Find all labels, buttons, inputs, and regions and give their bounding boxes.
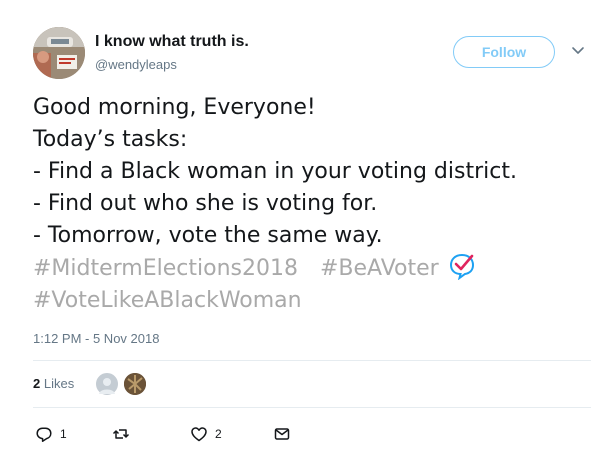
follow-button[interactable]: Follow (453, 36, 555, 68)
likes-stat[interactable]: 2 Likes (33, 376, 74, 391)
liker-photo (124, 373, 146, 395)
liker-avatar[interactable] (95, 372, 119, 396)
reply-count: 1 (60, 427, 67, 441)
reply-icon (36, 427, 52, 442)
hashtag-link[interactable]: #MidtermElections2018 (33, 256, 298, 281)
chevron-down-icon[interactable] (570, 44, 586, 58)
divider (33, 407, 591, 408)
check-speech-bubble-icon (449, 253, 474, 280)
retweet-icon (112, 429, 130, 439)
message-button[interactable] (273, 424, 291, 444)
hashtag-line: #MidtermElections2018 #BeAVoter (33, 252, 593, 285)
likes-label: Likes (43, 376, 75, 391)
tweet-text: Good morning, Everyone! Today’s tasks: -… (33, 92, 593, 317)
direct-message-icon (274, 428, 290, 440)
retweet-button[interactable] (112, 424, 130, 444)
avatar[interactable] (33, 27, 85, 79)
tweet-text-line: - Find a Black woman in your voting dist… (33, 159, 517, 184)
reply-button[interactable]: 1 (35, 424, 67, 444)
liker-avatar[interactable] (123, 372, 147, 396)
tweet-text-line: - Tomorrow, vote the same way. (33, 223, 383, 248)
tweet-timestamp[interactable]: 1:12 PM - 5 Nov 2018 (33, 331, 159, 346)
hashtag-link[interactable]: #VoteLikeABlackWoman (33, 288, 302, 313)
like-count: 2 (215, 427, 222, 441)
display-name[interactable]: I know what truth is. (95, 33, 249, 51)
like-button[interactable]: 2 (190, 424, 222, 444)
user-handle[interactable]: @wendyleaps (95, 57, 177, 72)
avatar-image (33, 27, 85, 79)
tweet-text-line: Good morning, Everyone! (33, 95, 316, 120)
heart-icon (191, 427, 207, 442)
default-user-icon (99, 378, 115, 394)
tweet-text-line: Today’s tasks: (33, 127, 188, 152)
hashtag-link[interactable]: #BeAVoter (320, 256, 439, 281)
hashtag-line: #VoteLikeABlackWoman (33, 285, 593, 317)
divider (33, 360, 591, 361)
likes-count: 2 (33, 376, 41, 391)
tweet-text-line: - Find out who she is voting for. (33, 191, 378, 216)
